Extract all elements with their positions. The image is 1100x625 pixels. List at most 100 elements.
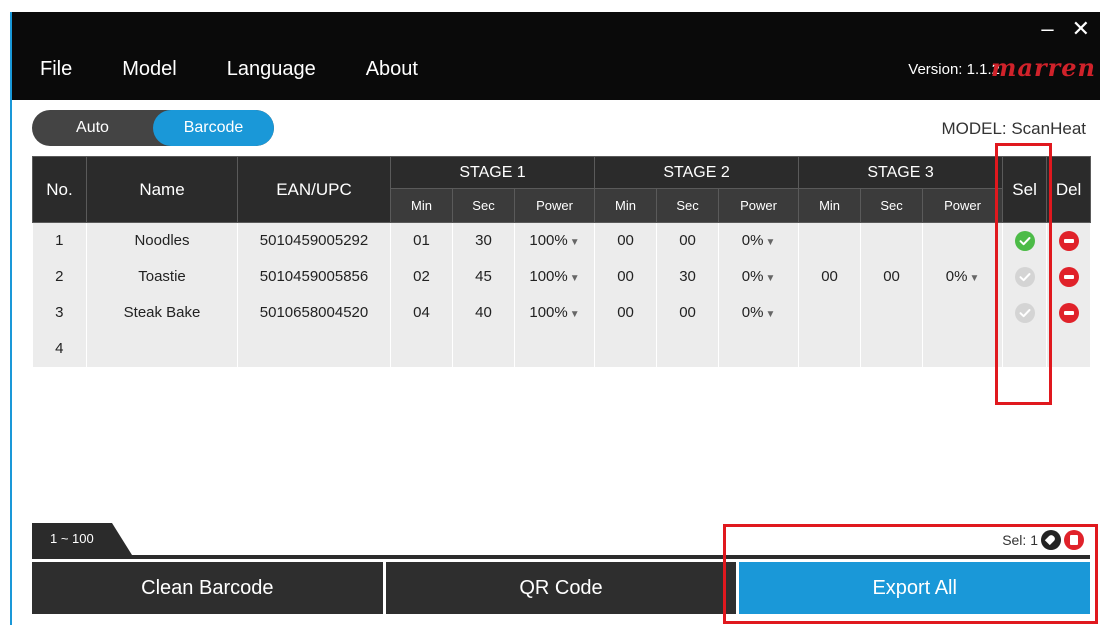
unchecked-icon[interactable]	[1014, 266, 1035, 287]
select-cell[interactable]	[1002, 330, 1048, 367]
name-cell[interactable]: Steak Bake	[86, 294, 238, 331]
stage-1-power-cell[interactable]	[514, 330, 596, 367]
mode-auto-option[interactable]: Auto	[32, 110, 153, 146]
row-number-cell: 4	[32, 330, 87, 367]
stage-3-sec-cell[interactable]	[860, 330, 924, 367]
menu-file[interactable]: File	[40, 58, 72, 81]
stage-3-min-cell[interactable]	[798, 330, 862, 367]
stage-1-sec-cell[interactable]: 40	[452, 294, 515, 331]
header-s3-sec: Sec	[860, 188, 924, 223]
ean-cell[interactable]: 5010459005856	[237, 258, 391, 295]
stage-3-power-cell[interactable]	[922, 330, 1004, 367]
delete-cell[interactable]	[1046, 258, 1092, 295]
stage-1-min-cell[interactable]: 04	[390, 294, 453, 331]
table-row[interactable]: 3 Steak Bake 5010658004520 04 40 100% ▼ 00 00 0% ▼	[32, 294, 1092, 331]
stage-3-power-cell[interactable]	[922, 222, 1004, 259]
header-s3-power: Power	[922, 188, 1004, 223]
stage-3-min-cell[interactable]	[798, 222, 862, 259]
model-label: MODEL: ScanHeat	[941, 119, 1086, 138]
stage-1-power-cell[interactable]: 100% ▼	[514, 222, 596, 259]
stage-2-min-cell[interactable]: 00	[594, 222, 658, 259]
stage-1-power-cell[interactable]: 100% ▼	[514, 294, 596, 331]
menu-language[interactable]: Language	[227, 58, 316, 81]
stage-2-sec-cell[interactable]	[656, 330, 720, 367]
header-s2-sec: Sec	[656, 188, 720, 223]
stage-2-sec-cell[interactable]: 00	[656, 294, 720, 331]
stage-3-power-cell[interactable]: 0% ▼	[922, 258, 1004, 295]
header-s1-sec: Sec	[452, 188, 515, 223]
stage-1-min-cell[interactable]	[390, 330, 453, 367]
name-cell[interactable]	[86, 330, 238, 367]
delete-icon[interactable]	[1058, 266, 1079, 287]
dropdown-caret-icon[interactable]: ▼	[570, 273, 580, 284]
stage-1-min-cell[interactable]: 01	[390, 222, 453, 259]
export-all-button[interactable]: Export All	[739, 562, 1091, 614]
minimize-button[interactable]: –	[1041, 16, 1053, 42]
power-value: 0%	[741, 232, 764, 250]
stage-2-power-cell[interactable]	[718, 330, 800, 367]
stage-3-power-cell[interactable]	[922, 294, 1004, 331]
dropdown-caret-icon[interactable]: ▼	[765, 237, 775, 248]
stage-1-sec-cell[interactable]: 45	[452, 258, 515, 295]
stage-3-sec-cell[interactable]	[860, 294, 924, 331]
dropdown-caret-icon[interactable]: ▼	[570, 309, 580, 320]
clean-barcode-button[interactable]: Clean Barcode	[32, 562, 383, 614]
ean-cell[interactable]: 5010459005292	[237, 222, 391, 259]
table-row[interactable]: 2 Toastie 5010459005856 02 45 100% ▼ 00 30 0% ▼ 00 0…	[32, 258, 1092, 295]
delete-selected-icon[interactable]	[1064, 530, 1084, 550]
delete-cell[interactable]	[1046, 330, 1092, 367]
unchecked-icon[interactable]	[1014, 302, 1035, 323]
stage-1-min-cell[interactable]: 02	[390, 258, 453, 295]
delete-icon[interactable]	[1058, 302, 1079, 323]
version-label: Version: 1.1.2	[908, 61, 1000, 78]
close-button[interactable]: ✕	[1072, 16, 1090, 42]
header-ean: EAN/UPC	[237, 156, 391, 223]
select-cell[interactable]	[1002, 258, 1048, 295]
dropdown-caret-icon[interactable]: ▼	[969, 273, 979, 284]
power-value: 100%	[529, 304, 568, 321]
checked-icon[interactable]	[1014, 230, 1035, 251]
dropdown-caret-icon[interactable]: ▼	[570, 237, 580, 248]
header-sel: Sel	[1002, 156, 1048, 223]
stage-2-power-cell[interactable]: 0% ▼	[718, 294, 800, 331]
ean-cell[interactable]	[237, 330, 391, 367]
ean-cell[interactable]: 5010658004520	[237, 294, 391, 331]
stage-2-power-cell[interactable]: 0% ▼	[718, 258, 800, 295]
delete-cell[interactable]	[1046, 222, 1092, 259]
name-cell[interactable]: Noodles	[86, 222, 238, 259]
dropdown-caret-icon[interactable]: ▼	[765, 309, 775, 320]
title-bar: – ✕ File Model Language About Version: 1…	[12, 12, 1100, 100]
page-range-tab[interactable]: 1 ~ 100	[32, 523, 132, 555]
stage-2-power-cell[interactable]: 0% ▼	[718, 222, 800, 259]
menu-model[interactable]: Model	[122, 58, 176, 81]
row-number-cell: 3	[32, 294, 87, 331]
stage-1-sec-cell[interactable]: 30	[452, 222, 515, 259]
stage-2-min-cell[interactable]: 00	[594, 294, 658, 331]
name-cell[interactable]: Toastie	[86, 258, 238, 295]
stage-3-sec-cell[interactable]: 00	[860, 258, 924, 295]
mode-barcode-option[interactable]: Barcode	[153, 110, 274, 146]
stage-2-min-cell[interactable]	[594, 330, 658, 367]
table-row[interactable]: 4	[32, 330, 1092, 367]
window-controls: – ✕	[1041, 16, 1090, 42]
delete-cell[interactable]	[1046, 294, 1092, 331]
mode-toggle: Auto Barcode	[32, 110, 274, 146]
send-selected-icon[interactable]	[1041, 530, 1061, 550]
power-value: 0%	[741, 304, 764, 321]
table-row[interactable]: 1 Noodles 5010459005292 01 30 100% ▼ 00 00 0% ▼	[32, 222, 1092, 259]
stage-2-sec-cell[interactable]: 30	[656, 258, 720, 295]
delete-icon[interactable]	[1058, 230, 1079, 251]
stage-3-min-cell[interactable]	[798, 294, 862, 331]
header-stage-3: STAGE 3	[798, 156, 1004, 189]
select-cell[interactable]	[1002, 294, 1048, 331]
stage-2-min-cell[interactable]: 00	[594, 258, 658, 295]
menu-about[interactable]: About	[366, 58, 418, 81]
qr-code-button[interactable]: QR Code	[385, 562, 737, 614]
stage-3-min-cell[interactable]: 00	[798, 258, 862, 295]
stage-1-sec-cell[interactable]	[452, 330, 515, 367]
select-cell[interactable]	[1002, 222, 1048, 259]
stage-1-power-cell[interactable]: 100% ▼	[514, 258, 596, 295]
dropdown-caret-icon[interactable]: ▼	[765, 273, 775, 284]
stage-2-sec-cell[interactable]: 00	[656, 222, 720, 259]
stage-3-sec-cell[interactable]	[860, 222, 924, 259]
